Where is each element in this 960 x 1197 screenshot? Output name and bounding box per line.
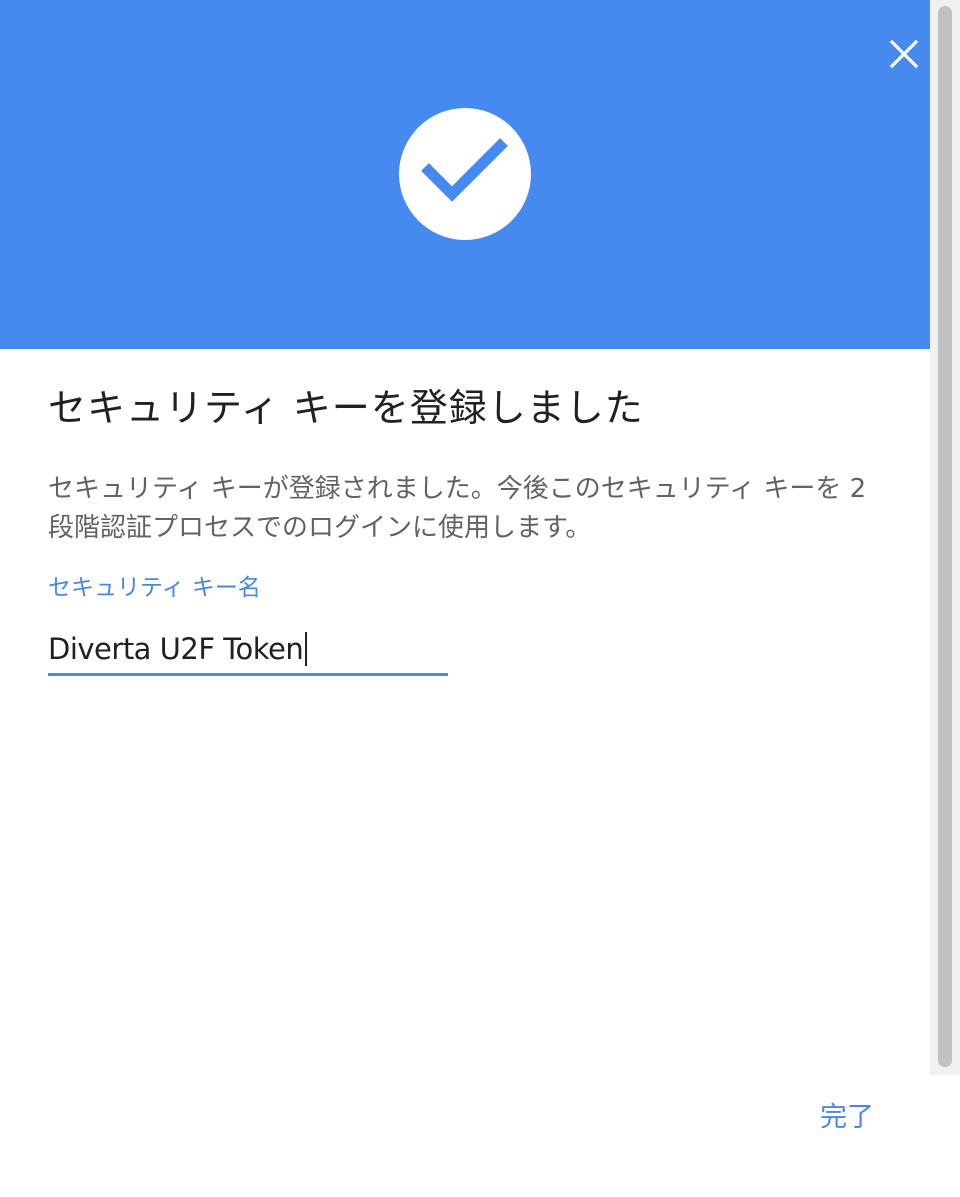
- dialog-header-banner: [0, 0, 930, 349]
- security-key-name-field[interactable]: Diverta U2F Token: [48, 626, 448, 676]
- security-key-name-value: Diverta U2F Token: [48, 632, 304, 666]
- success-badge: [399, 108, 531, 240]
- security-key-registered-dialog: セキュリティ キーを登録しました セキュリティ キーが登録されました。今後このセ…: [0, 0, 960, 1197]
- scrollbar-thumb[interactable]: [938, 6, 952, 1067]
- close-icon: [889, 39, 919, 69]
- security-key-name-label: セキュリティ キー名: [48, 575, 261, 601]
- security-key-name-input[interactable]: Diverta U2F Token: [48, 626, 308, 673]
- text-caret: [305, 632, 308, 666]
- dialog-description: セキュリティ キーが登録されました。今後このセキュリティ キーを 2 段階認証プ…: [48, 474, 867, 543]
- done-button[interactable]: 完了: [804, 1094, 890, 1142]
- close-button[interactable]: [884, 34, 924, 74]
- dialog-title: セキュリティ キーを登録しました: [48, 386, 644, 430]
- checkmark-circle-icon: [399, 108, 531, 240]
- field-underline: [48, 673, 448, 676]
- scrollbar[interactable]: [930, 0, 960, 1075]
